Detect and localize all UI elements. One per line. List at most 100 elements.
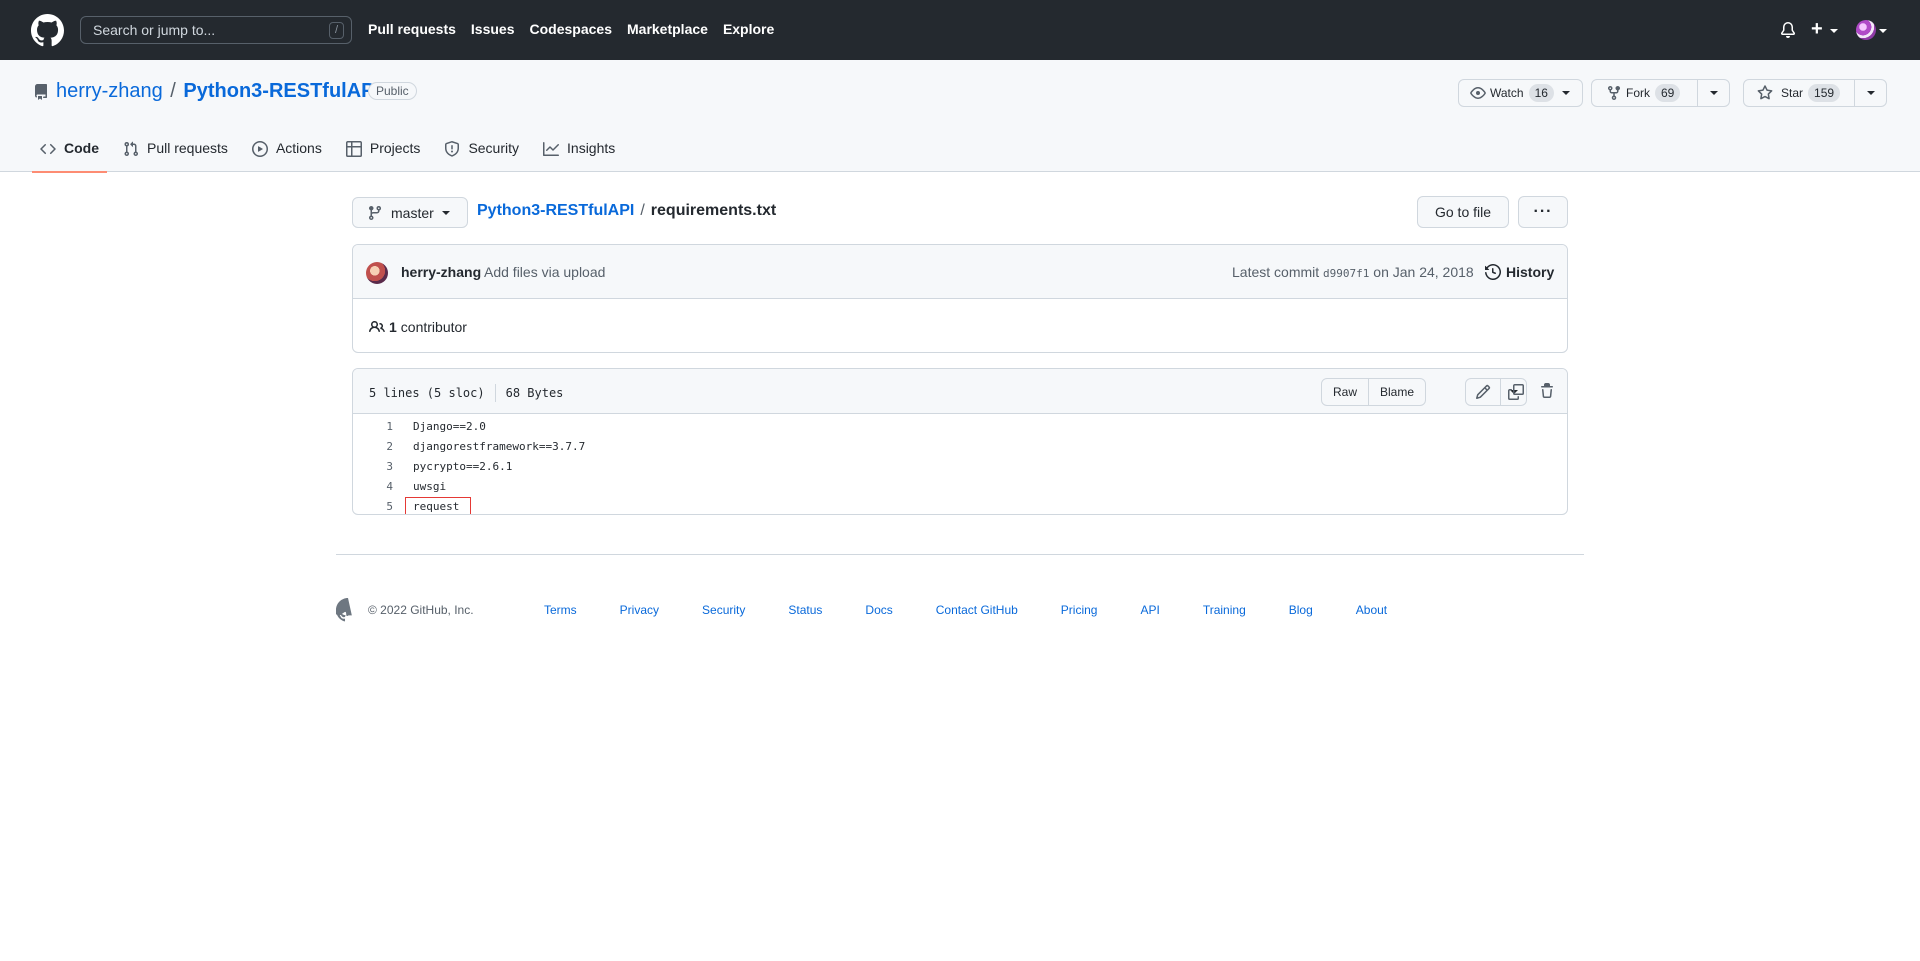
create-caret-icon <box>1830 29 1838 33</box>
tab-security-label: Security <box>468 140 520 156</box>
watch-button[interactable]: Watch 16 <box>1458 79 1583 107</box>
tab-code[interactable]: Code <box>32 140 107 173</box>
copy-icon[interactable] <box>1508 384 1524 400</box>
tab-insights[interactable]: Insights <box>535 140 623 172</box>
graph-icon <box>543 142 560 156</box>
tab-actions[interactable]: Actions <box>244 140 330 172</box>
code-icon <box>40 143 56 155</box>
breadcrumb-file-name: requirements.txt <box>650 202 777 219</box>
footer-link-contact[interactable]: Contact GitHub <box>936 603 1018 617</box>
line-content: pycrypto==2.6.1 <box>413 460 513 473</box>
line-number[interactable]: 4 <box>353 480 393 493</box>
star-icon <box>1757 85 1773 100</box>
line-content: Django==2.0 <box>413 420 486 433</box>
line-number[interactable]: 1 <box>353 420 393 433</box>
repo-title-separator: / <box>170 80 176 102</box>
contributors-count: 1 <box>389 319 397 335</box>
global-nav: Pull requests Issues Codespaces Marketpl… <box>368 21 789 37</box>
file-size: 68 Bytes <box>505 386 564 400</box>
footer-link-about[interactable]: About <box>1356 603 1387 617</box>
tab-insights-label: Insights <box>567 140 616 156</box>
go-to-file-button[interactable]: Go to file <box>1417 196 1509 228</box>
commit-message-link[interactable]: Add files via upload <box>484 264 605 280</box>
bell-icon[interactable] <box>1780 22 1796 38</box>
pull-request-icon <box>124 141 139 157</box>
nav-issues[interactable]: Issues <box>471 21 515 37</box>
file-info: 5 lines (5 sloc) 68 Bytes <box>369 384 563 402</box>
search-input[interactable]: Search or jump to... / <box>80 16 352 44</box>
repo-owner-link[interactable]: herry-zhang <box>56 80 163 102</box>
github-footer-logo-icon[interactable] <box>336 598 360 622</box>
latest-commit-info: Latest commit d9907f1 on Jan 24, 2018 <box>1232 264 1474 280</box>
footer-link-status[interactable]: Status <box>788 603 822 617</box>
branch-caret-icon <box>441 210 450 215</box>
repo-tabs: Code Pull requests Actions Projects Secu… <box>32 140 631 173</box>
contributors-label: contributor <box>400 319 467 335</box>
commit-author-avatar[interactable] <box>366 262 388 284</box>
footer-link-terms[interactable]: Terms <box>544 603 577 617</box>
visibility-badge: Public <box>368 82 417 100</box>
commit-author-link[interactable]: herry-zhang <box>401 264 481 280</box>
branch-select-button[interactable]: master <box>352 197 468 228</box>
breadcrumb-repo-link[interactable]: Python3-RESTfulAPI <box>477 202 634 219</box>
line-number[interactable]: 2 <box>353 440 393 453</box>
user-avatar[interactable] <box>1856 20 1876 40</box>
github-logo-icon[interactable] <box>31 14 64 47</box>
breadcrumb: Python3-RESTfulAPI / requirements.txt <box>477 202 776 220</box>
code-line: 2 djangorestframework==3.7.7 <box>353 436 1567 456</box>
footer-link-docs[interactable]: Docs <box>865 603 892 617</box>
raw-button[interactable]: Raw <box>1322 379 1368 405</box>
star-count: 159 <box>1808 84 1841 102</box>
edit-file-button[interactable] <box>1466 379 1500 405</box>
code-line: 1 Django==2.0 <box>353 416 1567 436</box>
footer-link-privacy[interactable]: Privacy <box>620 603 659 617</box>
history-label: History <box>1506 264 1555 280</box>
nav-marketplace[interactable]: Marketplace <box>627 21 708 37</box>
contributors-link[interactable]: 1 contributor <box>369 319 467 335</box>
star-button[interactable]: Star 159 <box>1743 79 1887 107</box>
tab-pull-requests[interactable]: Pull requests <box>115 140 236 172</box>
code-line: 3 pycrypto==2.6.1 <box>353 456 1567 476</box>
footer-link-pricing[interactable]: Pricing <box>1061 603 1098 617</box>
line-number[interactable]: 3 <box>353 460 393 473</box>
footer-link-security[interactable]: Security <box>702 603 745 617</box>
repo-header: herry-zhang / Python3-RESTfulAPI Public … <box>0 60 1920 173</box>
fork-caret-icon <box>1709 91 1718 95</box>
watch-label: Watch <box>1490 86 1524 100</box>
branch-name: master <box>391 204 434 221</box>
trash-icon[interactable] <box>1539 383 1555 399</box>
breadcrumb-separator: / <box>640 202 645 219</box>
more-options-button[interactable]: ··· <box>1518 196 1568 228</box>
eye-icon <box>1470 87 1486 99</box>
line-content: uwsgi <box>413 480 447 493</box>
star-dropdown-button[interactable] <box>1854 80 1886 106</box>
nav-pull-requests[interactable]: Pull requests <box>368 21 456 37</box>
people-icon <box>369 320 385 333</box>
footer-copyright: © 2022 GitHub, Inc. <box>368 603 474 617</box>
tab-security[interactable]: Security <box>436 140 527 172</box>
repo-name-link[interactable]: Python3-RESTfulAPI <box>183 80 380 102</box>
line-number[interactable]: 5 <box>353 500 393 513</box>
create-new-button[interactable]: + <box>1811 19 1823 39</box>
fork-button[interactable]: Fork 69 <box>1591 79 1730 107</box>
file-lines-info: 5 lines (5 sloc) <box>369 386 485 400</box>
file-header: 5 lines (5 sloc) 68 Bytes Raw Blame <box>353 369 1567 414</box>
highlight-annotation-box <box>405 497 471 514</box>
fork-dropdown-button[interactable] <box>1697 80 1729 106</box>
footer-link-api[interactable]: API <box>1140 603 1159 617</box>
commit-sha-link[interactable]: d9907f1 <box>1323 267 1369 280</box>
footer-link-training[interactable]: Training <box>1203 603 1246 617</box>
avatar-caret-icon <box>1879 29 1887 33</box>
star-label: Star <box>1781 86 1804 100</box>
history-icon <box>1485 264 1501 280</box>
footer-link-blog[interactable]: Blog <box>1289 603 1313 617</box>
commit-date: on Jan 24, 2018 <box>1373 264 1474 280</box>
code-line: 5 request <box>353 496 1567 514</box>
footer-links: Terms Privacy Security Status Docs Conta… <box>544 603 1430 617</box>
global-header: Search or jump to... / Pull requests Iss… <box>0 0 1920 60</box>
blame-button[interactable]: Blame <box>1368 379 1425 405</box>
nav-explore[interactable]: Explore <box>723 21 774 37</box>
history-link[interactable]: History <box>1485 264 1554 280</box>
tab-projects[interactable]: Projects <box>338 140 429 172</box>
nav-codespaces[interactable]: Codespaces <box>530 21 612 37</box>
